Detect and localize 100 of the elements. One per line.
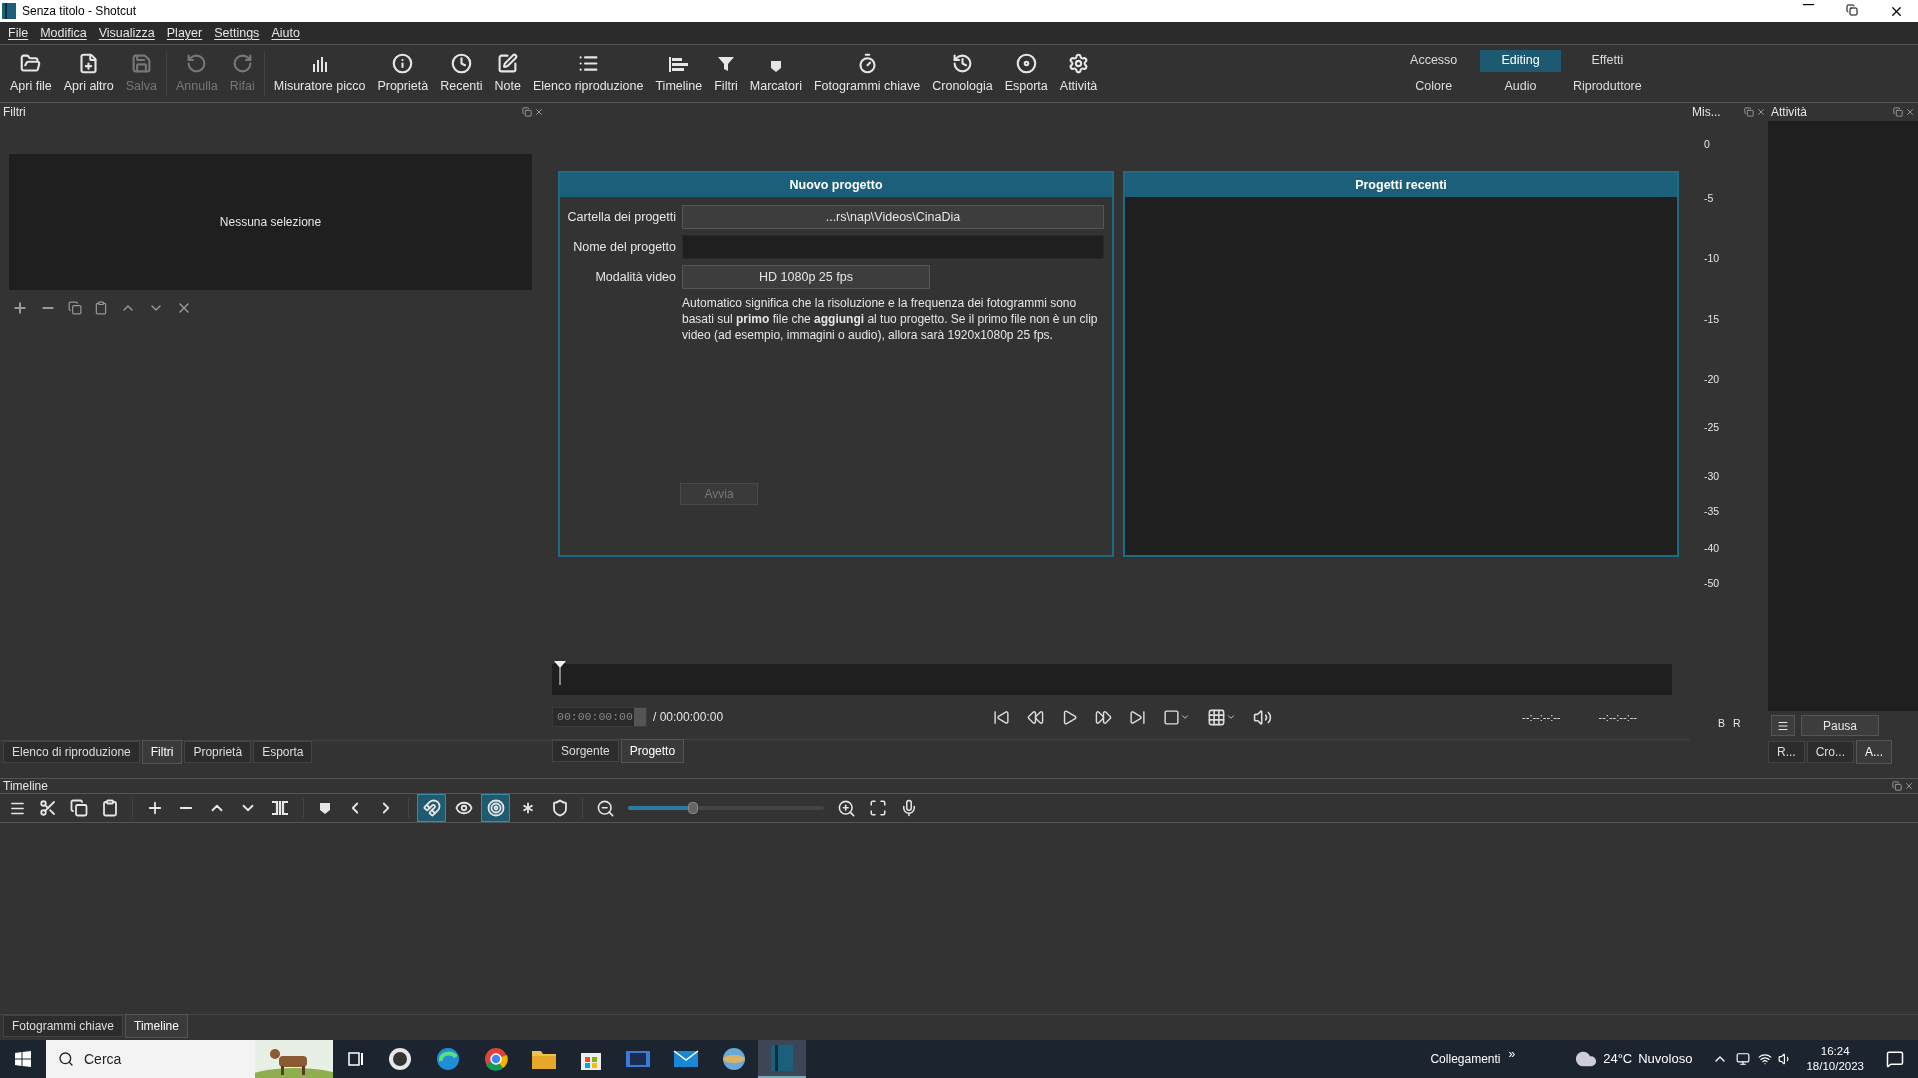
tab[interactable]: Fotogrammi chiave [3, 1015, 124, 1037]
float-icon[interactable] [522, 107, 532, 117]
close-icon[interactable] [1905, 107, 1915, 117]
search-field[interactable]: Cerca [46, 1040, 333, 1078]
timecode-field[interactable]: 00:00:00:00 [552, 707, 647, 727]
toolbar-button[interactable]: Note [488, 52, 527, 96]
mail-icon[interactable] [673, 1049, 699, 1069]
zoom-icon[interactable] [1163, 708, 1181, 726]
links-chevron[interactable]: » [1508, 1045, 1516, 1063]
shield-icon [550, 799, 569, 817]
menu-item[interactable]: File [2, 23, 35, 43]
float-icon[interactable] [1744, 107, 1754, 117]
scissors-icon[interactable] [39, 799, 57, 817]
close-icon[interactable] [534, 107, 544, 117]
monitor-icon[interactable] [1736, 1052, 1751, 1066]
tab[interactable]: Progetto [620, 739, 685, 763]
clipboard-icon[interactable] [101, 799, 119, 817]
tab[interactable]: Proprietà [184, 741, 252, 763]
close-icon[interactable] [1756, 107, 1766, 117]
fit-icon[interactable] [869, 799, 887, 817]
float-icon[interactable] [1893, 107, 1903, 117]
pause-button[interactable]: Pausa [1801, 715, 1879, 736]
copy-icon[interactable] [68, 301, 82, 315]
skip-forward-icon[interactable] [1129, 708, 1147, 726]
wifi-icon[interactable] [1758, 1052, 1773, 1066]
tab[interactable]: Sorgente [552, 740, 619, 762]
tab[interactable]: R... [1768, 741, 1805, 763]
menu-item[interactable]: Aiuto [265, 23, 306, 43]
plus-icon[interactable] [146, 799, 164, 817]
volume-icon[interactable] [1253, 707, 1273, 727]
workspace-button[interactable]: Audio [1480, 75, 1561, 98]
toolbar-button[interactable]: Attività [1053, 52, 1104, 96]
microphone-icon[interactable] [900, 799, 918, 817]
close-icon[interactable] [1904, 781, 1914, 791]
menu-item[interactable]: Player [160, 23, 209, 43]
toolbar-button[interactable]: Elenco riproduzione [526, 52, 650, 96]
toolbar-button[interactable]: Timeline [649, 53, 709, 96]
chat-app-icon[interactable] [387, 1046, 413, 1072]
tab[interactable]: Esporta [253, 741, 313, 763]
windows-icon[interactable] [15, 1051, 31, 1067]
slider-handle[interactable] [687, 802, 698, 814]
notifications-icon[interactable] [1886, 1050, 1904, 1068]
minimize-icon [1802, 3, 1814, 6]
workspace-button[interactable]: Effetti [1566, 49, 1648, 72]
split-icon[interactable] [270, 798, 290, 818]
toolbar-button[interactable]: Recenti [434, 52, 489, 96]
tab[interactable]: Timeline [125, 1014, 188, 1038]
film-icon[interactable] [625, 1048, 651, 1070]
globe-icon[interactable] [721, 1046, 747, 1072]
workspace-button[interactable]: Colore [1393, 75, 1475, 98]
skip-back-icon[interactable] [993, 708, 1011, 726]
tab[interactable]: Filtri [141, 740, 183, 764]
toolbar-button[interactable]: Apri altro [57, 52, 120, 96]
menu-item[interactable]: Visualizza [92, 23, 161, 43]
clock-time[interactable]: 16:24 [1820, 1044, 1850, 1059]
tab[interactable]: Cro... [1806, 741, 1854, 763]
menu-item[interactable]: Settings [208, 23, 266, 43]
grid-icon[interactable] [1207, 707, 1227, 727]
toolbar-button[interactable]: Esporta [998, 52, 1054, 96]
toolbar-button[interactable]: Marcatori [743, 57, 808, 96]
copy-icon[interactable] [70, 799, 88, 817]
toolbar-button[interactable]: Proprietà [371, 52, 435, 96]
fast-forward-icon[interactable] [1095, 708, 1113, 726]
toolbar-button[interactable]: Apri file [4, 52, 58, 96]
menu-button[interactable] [1771, 715, 1795, 736]
browser-icon[interactable] [483, 1046, 509, 1072]
info-icon [392, 52, 414, 74]
toolbar-button[interactable]: Cronologia [926, 52, 999, 96]
toolbar-button[interactable]: Fotogrammi chiave [807, 52, 927, 96]
zoom-out-icon[interactable] [596, 798, 615, 818]
stopwatch-icon [856, 52, 878, 74]
task-view-icon[interactable] [347, 1050, 365, 1068]
panel-title: Timeline [3, 778, 48, 795]
browser-icon[interactable] [435, 1046, 461, 1072]
shotcut-taskbar-button[interactable] [758, 1040, 806, 1078]
zoom-in-icon[interactable] [837, 798, 856, 818]
folder-icon[interactable] [531, 1048, 557, 1070]
folder-field[interactable]: ...rs\nap\Videos\CinaDia [682, 205, 1104, 229]
marker-icon[interactable] [317, 800, 333, 816]
play-icon[interactable] [1061, 708, 1079, 726]
app-icon [771, 1045, 793, 1071]
toolbar-button[interactable]: Misuratore picco [267, 53, 372, 96]
settings-icon [1068, 52, 1090, 74]
menu-item[interactable]: Modifica [34, 23, 93, 43]
toolbar-button[interactable]: Filtri [708, 53, 744, 96]
workspace-button[interactable]: Riproduttore [1566, 75, 1648, 98]
workspace-button[interactable]: Editing [1480, 49, 1561, 72]
toggle-button[interactable] [417, 794, 446, 822]
tab[interactable]: A... [1856, 740, 1893, 764]
clock-date[interactable]: 18/10/2023 [1806, 1059, 1864, 1074]
tab[interactable]: Elenco di riproduzione [3, 741, 140, 763]
float-icon[interactable] [1892, 781, 1902, 791]
toggle-button[interactable] [481, 794, 510, 822]
rewind-icon[interactable] [1027, 708, 1045, 726]
meter-scale-label: 0 [1704, 137, 1710, 152]
video-mode-dropdown[interactable]: HD 1080p 25 fps [682, 265, 930, 289]
links-label[interactable]: Collegamenti [1430, 1050, 1501, 1068]
add-icon[interactable] [12, 300, 28, 316]
workspace-button[interactable]: Accesso [1393, 49, 1475, 72]
paste-icon[interactable] [94, 301, 108, 315]
